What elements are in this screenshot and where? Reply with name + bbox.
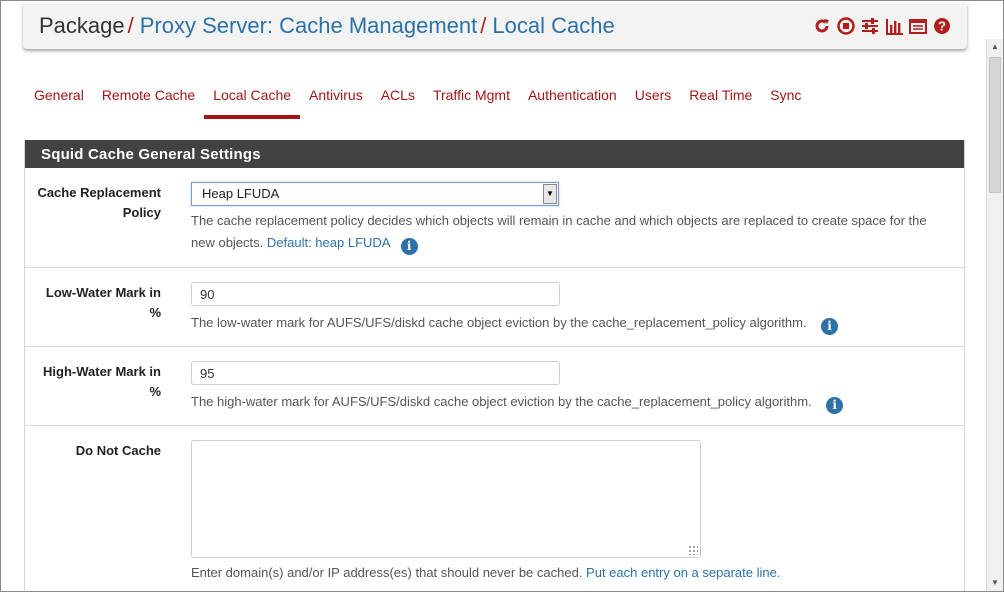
tab-authentication[interactable]: Authentication bbox=[519, 85, 626, 119]
svg-text:?: ? bbox=[938, 19, 946, 34]
stop-icon[interactable] bbox=[837, 17, 855, 35]
high-water-help-text: The high-water mark for AUFS/UFS/diskd c… bbox=[191, 394, 812, 409]
window: Package / Proxy Server: Cache Management / L… bbox=[0, 0, 1004, 592]
breadcrumb: Package / Proxy Server: Cache Management / L… bbox=[39, 13, 615, 39]
do-not-cache-row: Do Not Cache Enter domain(s) and/or IP a… bbox=[25, 425, 964, 591]
tab-local-cache[interactable]: Local Cache bbox=[204, 85, 300, 119]
vertical-scrollbar[interactable]: ▲ ▼ bbox=[986, 39, 1003, 591]
do-not-cache-help: Enter domain(s) and/or IP address(es) th… bbox=[191, 562, 951, 584]
breadcrumb-local-cache[interactable]: Local Cache bbox=[492, 13, 614, 38]
breadcrumb-proxy-server[interactable]: Proxy Server: Cache Management bbox=[140, 13, 478, 38]
scroll-up-icon[interactable]: ▲ bbox=[987, 39, 1003, 55]
resize-grip-icon[interactable] bbox=[688, 545, 698, 555]
low-water-input[interactable]: 90 bbox=[191, 282, 560, 306]
help-icon[interactable]: ? bbox=[933, 17, 951, 35]
tab-acls[interactable]: ACLs bbox=[372, 85, 424, 119]
low-water-label: Low-Water Mark in % bbox=[45, 285, 161, 320]
low-water-help: The low-water mark for AUFS/UFS/diskd ca… bbox=[191, 312, 951, 335]
breadcrumb-separator: / bbox=[480, 13, 487, 38]
breadcrumb-package: Package bbox=[39, 13, 125, 38]
tab-antivirus[interactable]: Antivirus bbox=[300, 85, 372, 119]
policy-help: The cache replacement policy decides whi… bbox=[191, 210, 951, 255]
tab-users[interactable]: Users bbox=[626, 85, 681, 119]
panel-title: Squid Cache General Settings bbox=[25, 140, 964, 168]
do-not-cache-textarea[interactable] bbox=[191, 440, 701, 558]
policy-select-value: Heap LFUDA bbox=[202, 186, 280, 201]
policy-select[interactable]: Heap LFUDA ▼ bbox=[191, 182, 559, 206]
high-water-help: The high-water mark for AUFS/UFS/diskd c… bbox=[191, 391, 951, 414]
tab-bar: General Remote Cache Local Cache Antivir… bbox=[25, 85, 810, 119]
high-water-label: High-Water Mark in % bbox=[43, 364, 161, 399]
low-water-help-text: The low-water mark for AUFS/UFS/diskd ca… bbox=[191, 315, 807, 330]
do-not-cache-label: Do Not Cache bbox=[75, 443, 161, 458]
tab-remote-cache[interactable]: Remote Cache bbox=[93, 85, 204, 119]
high-water-input[interactable]: 95 bbox=[191, 361, 560, 385]
scrollbar-thumb[interactable] bbox=[989, 57, 1001, 193]
tab-general[interactable]: General bbox=[25, 85, 93, 119]
header-actions: ? bbox=[813, 17, 951, 35]
scroll-down-icon[interactable]: ▼ bbox=[987, 575, 1003, 591]
tab-real-time[interactable]: Real Time bbox=[680, 85, 761, 119]
settings-panel: Squid Cache General Settings Cache Repla… bbox=[24, 140, 965, 591]
do-not-cache-help-text: Enter domain(s) and/or IP address(es) th… bbox=[191, 565, 583, 580]
reload-icon[interactable] bbox=[813, 17, 831, 35]
do-not-cache-help-link[interactable]: Put each entry on a separate line. bbox=[586, 565, 780, 580]
page-header: Package / Proxy Server: Cache Management / L… bbox=[23, 3, 967, 49]
tab-sync[interactable]: Sync bbox=[761, 85, 810, 119]
policy-default-link[interactable]: Default: heap LFUDA bbox=[267, 235, 390, 250]
info-icon[interactable]: i bbox=[826, 397, 844, 414]
low-water-row: Low-Water Mark in % 90 The low-water mar… bbox=[25, 267, 964, 346]
tab-traffic-mgmt[interactable]: Traffic Mgmt bbox=[424, 85, 519, 119]
policy-label: Cache Replacement Policy bbox=[37, 185, 161, 220]
breadcrumb-separator: / bbox=[127, 13, 134, 38]
high-water-row: High-Water Mark in % 95 The high-water m… bbox=[25, 346, 964, 425]
chart-icon[interactable] bbox=[885, 17, 903, 35]
info-icon[interactable]: i bbox=[821, 318, 839, 335]
info-icon[interactable]: i bbox=[400, 238, 418, 255]
sliders-icon[interactable] bbox=[861, 17, 879, 35]
dropdown-arrow-icon[interactable]: ▼ bbox=[543, 184, 557, 204]
log-icon[interactable] bbox=[909, 17, 927, 35]
policy-row: Cache Replacement Policy Heap LFUDA ▼ Th… bbox=[25, 168, 964, 267]
